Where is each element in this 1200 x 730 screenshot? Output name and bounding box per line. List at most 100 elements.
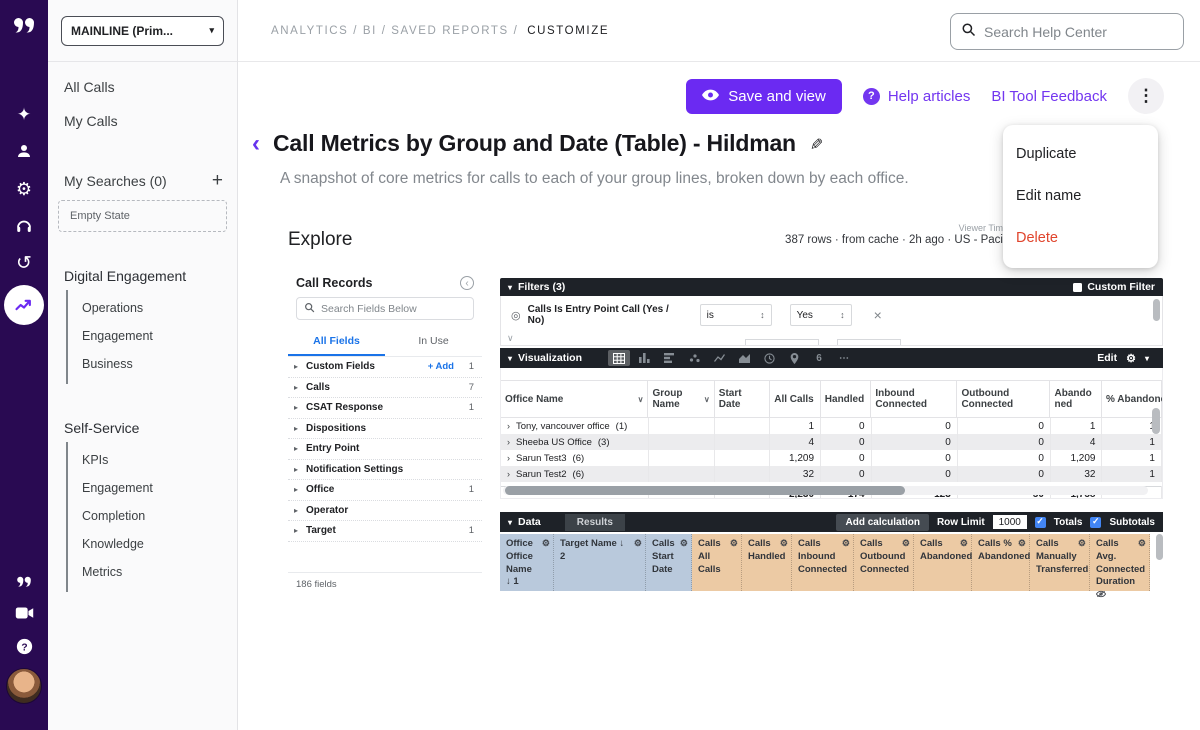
history-icon[interactable]: ↺ [0, 254, 48, 273]
chevron-down-icon[interactable]: ∨ [704, 395, 710, 404]
totals-checkbox[interactable] [1035, 517, 1046, 528]
help-articles-link[interactable]: ? Help articles [863, 88, 971, 105]
edit-title-icon[interactable]: ✎ [806, 137, 826, 150]
gear-icon[interactable]: ⚙ [1078, 537, 1086, 549]
viz-settings-gear-icon[interactable]: ⚙ [1126, 352, 1136, 365]
gear-icon[interactable]: ⚙ [780, 537, 788, 549]
bi-tool-feedback-link[interactable]: BI Tool Feedback [991, 88, 1107, 105]
field-chip-pct-abandoned[interactable]: ⚙Calls % Abandoned [972, 534, 1030, 591]
field-group-notification-settings[interactable]: ▸ Notification Settings [288, 460, 482, 481]
vertical-scrollbar-thumb[interactable] [1152, 408, 1160, 434]
field-chip-inbound-connected[interactable]: ⚙Calls Inbound Connected [792, 534, 854, 591]
chevron-down-icon[interactable]: ∨ [638, 395, 644, 404]
gear-icon[interactable]: ⚙ [960, 537, 968, 549]
column-header-outbound-connected[interactable]: Outbound Connected [957, 381, 1050, 417]
viz-more-icon[interactable]: ⋯ [833, 350, 855, 366]
field-group-office[interactable]: ▸ Office 1 [288, 480, 482, 501]
field-group-entry-point[interactable]: ▸ Entry Point [288, 439, 482, 460]
filters-bar[interactable]: ▾ Filters (3) Custom Filter [500, 278, 1163, 296]
data-bar[interactable]: ▾ Data Results Add calculation Row Limit… [500, 512, 1163, 532]
column-header-inbound-connected[interactable]: Inbound Connected [871, 381, 957, 417]
meetings-video-icon[interactable] [0, 606, 48, 620]
workspace-selector[interactable]: MAINLINE (Prim... ▾ [61, 16, 224, 46]
dialpad-logo-icon[interactable] [0, 14, 48, 36]
field-group-dispositions[interactable]: ▸ Dispositions [288, 419, 482, 440]
breadcrumb-path[interactable]: ANALYTICS / BI / SAVED REPORTS / [271, 25, 518, 37]
field-chip-office-name[interactable]: ⚙Office Office Name ↓ 1 [500, 534, 554, 591]
dialpad-app-icon[interactable] [0, 574, 48, 589]
expand-row-icon[interactable]: › [507, 453, 510, 463]
fields-search-box[interactable] [296, 297, 474, 320]
help-center-search[interactable] [950, 13, 1184, 50]
field-group-calls[interactable]: ▸ Calls 7 [288, 378, 482, 399]
sidebar-item-all-calls[interactable]: All Calls [48, 70, 237, 104]
back-button[interactable]: ‹ [252, 132, 260, 156]
sidebar-item-completion[interactable]: Completion [82, 502, 237, 530]
field-group-csat[interactable]: ▸ CSAT Response 1 [288, 398, 482, 419]
gear-icon[interactable]: ⚙ [902, 537, 910, 549]
viz-scatter-icon[interactable] [683, 350, 705, 366]
column-header-handled[interactable]: Handled [821, 381, 872, 417]
expand-row-icon[interactable]: › [507, 437, 510, 447]
chips-scrollbar-thumb[interactable] [1156, 534, 1163, 560]
results-tab[interactable]: Results [565, 514, 625, 531]
gear-icon[interactable]: ⚙ [730, 537, 738, 549]
user-avatar[interactable] [6, 668, 42, 704]
field-chip-manually-transferred[interactable]: ⚙Calls Manually Transferred [1030, 534, 1090, 591]
field-group-custom-fields[interactable]: ▸ Custom Fields + Add 1 [288, 357, 482, 378]
field-chip-target-name[interactable]: ⚙Target Name ↓ 2 [554, 534, 646, 591]
field-chip-outbound-connected[interactable]: ⚙Calls Outbound Connected [854, 534, 914, 591]
tab-all-fields[interactable]: All Fields [288, 330, 385, 356]
column-header-office-name[interactable]: Office Name ∨ [501, 381, 648, 417]
sidebar-item-my-calls[interactable]: My Calls [48, 104, 237, 138]
save-and-view-button[interactable]: Save and view [686, 79, 842, 114]
fields-search-input[interactable] [321, 303, 451, 315]
column-header-start-date[interactable]: Start Date [715, 381, 770, 417]
viz-edit-button[interactable]: Edit [1097, 352, 1117, 364]
add-calculation-button[interactable]: Add calculation [836, 514, 928, 531]
help-search-input[interactable] [984, 24, 1154, 40]
column-header-all-calls[interactable]: All Calls [770, 381, 821, 417]
field-chip-handled[interactable]: ⚙Calls Handled [742, 534, 792, 591]
sidebar-item-metrics[interactable]: Metrics [82, 558, 237, 586]
viz-column-icon[interactable] [633, 350, 655, 366]
menu-item-delete[interactable]: Delete [1003, 217, 1158, 259]
filters-scrollbar-thumb[interactable] [1153, 299, 1160, 321]
help-icon[interactable]: ? [0, 638, 48, 655]
field-chip-all-calls[interactable]: ⚙Calls All Calls [692, 534, 742, 591]
field-chip-start-date[interactable]: ⚙Calls Start Date [646, 534, 692, 591]
sidebar-item-kpis[interactable]: KPIs [82, 446, 237, 474]
expand-row-icon[interactable]: › [507, 469, 510, 479]
sidebar-item-engagement[interactable]: Engagement [82, 322, 237, 350]
gear-icon[interactable]: ⚙ [542, 537, 550, 549]
column-header-group-name[interactable]: Group Name ∨ [648, 381, 714, 417]
add-custom-field-button[interactable]: + Add [428, 361, 454, 372]
contacts-icon[interactable] [0, 142, 48, 160]
headset-icon[interactable] [0, 217, 48, 235]
menu-item-duplicate[interactable]: Duplicate [1003, 133, 1158, 175]
filter-value-select[interactable]: Yes ↕ [790, 304, 852, 326]
field-group-target[interactable]: ▸ Target 1 [288, 521, 482, 542]
field-chip-avg-connected-duration[interactable]: ⚙Calls Avg. Connected Duration [1090, 534, 1150, 591]
sidebar-item-ss-engagement[interactable]: Engagement [82, 474, 237, 502]
gear-icon[interactable]: ⚙ [634, 537, 642, 549]
viz-map-icon[interactable] [783, 350, 805, 366]
filter-operator-select[interactable]: is ↕ [700, 304, 772, 326]
gear-icon[interactable]: ⚙ [1138, 537, 1146, 549]
ai-sparkles-icon[interactable]: ✦ [0, 106, 48, 123]
gear-icon[interactable]: ⚙ [842, 537, 850, 549]
viz-single-value-icon[interactable]: 6 [808, 350, 830, 366]
row-limit-input[interactable] [993, 515, 1027, 529]
sidebar-item-knowledge[interactable]: Knowledge [82, 530, 237, 558]
column-header-abandoned[interactable]: Abandoned [1050, 381, 1102, 417]
menu-item-edit-name[interactable]: Edit name [1003, 175, 1158, 217]
overflow-menu-button[interactable]: ⋮ [1128, 78, 1164, 114]
sidebar-item-business[interactable]: Business [82, 350, 237, 378]
viz-bar-icon[interactable] [658, 350, 680, 366]
viz-area-icon[interactable] [733, 350, 755, 366]
viz-timeline-icon[interactable] [758, 350, 780, 366]
viz-line-icon[interactable] [708, 350, 730, 366]
expand-row-icon[interactable]: › [507, 421, 510, 431]
analytics-nav-active[interactable] [4, 285, 44, 325]
remove-filter-icon[interactable]: × [874, 307, 882, 323]
